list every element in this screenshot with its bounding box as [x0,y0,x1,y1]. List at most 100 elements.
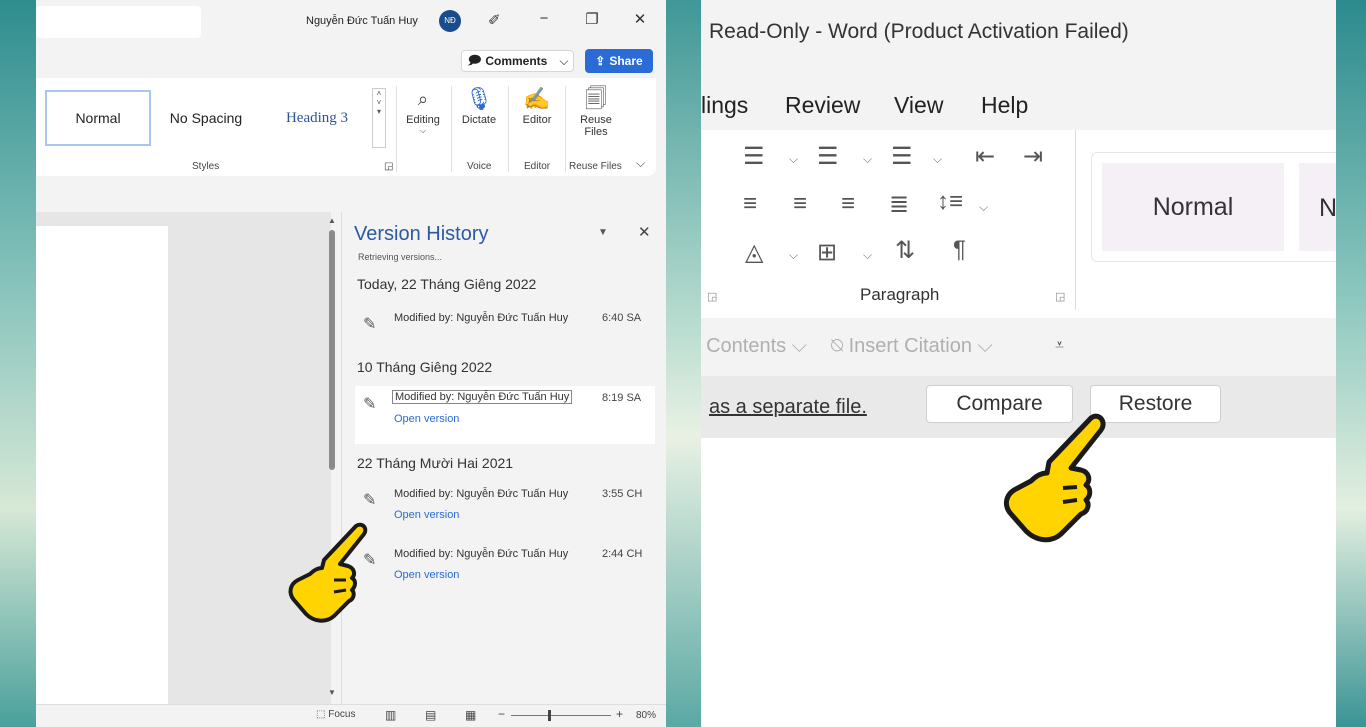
pilcrow-icon[interactable]: ¶ [953,236,966,264]
chevron-down-icon[interactable]: ⌵ [789,248,798,263]
chevron-down-icon[interactable]: ⌵ [933,152,942,167]
references-bar: f Contents ⌵ ⍉ Insert Citation ⌵ ⩡ [701,318,1336,376]
print-layout-icon[interactable]: ▤ [425,708,436,722]
pointing-hand-icon [288,522,368,623]
scroll-up-icon[interactable]: ▲ [328,216,336,225]
vertical-scrollbar[interactable] [329,230,335,470]
open-version-link[interactable]: Open version [394,569,459,581]
zoom-level[interactable]: 80% [636,710,656,721]
version-history-pane: Version History ▼ ✕ Retrieving versions.… [341,212,666,704]
share-button[interactable]: ⇪ Share [585,49,653,73]
align-center-icon[interactable]: ≡ [793,190,807,218]
increase-indent-icon[interactable]: ⇥ [1023,142,1043,171]
close-pane-icon[interactable]: ✕ [638,223,651,241]
tab-review[interactable]: Review [785,92,860,119]
styles-group-label: Styles [192,161,220,172]
table-of-contents-button[interactable]: f Contents ⌵ [701,335,807,358]
focus-button[interactable]: ⬚ Focus [316,709,355,720]
version-history-title: Version History [354,223,489,245]
justify-icon[interactable]: ≣ [889,190,909,219]
microphone-icon: 🎙 [465,86,493,111]
multilevel-list-icon[interactable]: ☰ [891,142,913,171]
window-title: Read-Only - Word (Product Activation Fai… [709,20,1129,43]
tab-help[interactable]: Help [981,92,1028,119]
collapse-ribbon-icon[interactable]: ⌵ [636,156,645,171]
styles-gallery-scroll[interactable]: ˄ ˅ ▾ [372,88,386,148]
chevron-down-icon[interactable]: ⌵ [863,248,872,263]
dialog-launcher-icon[interactable]: ◲ [707,290,717,303]
open-version-link[interactable]: Open version [394,413,459,425]
style-normal[interactable]: Normal [1102,163,1284,251]
save-separate-file-link[interactable]: as a separate file. [709,396,867,419]
restore-icon[interactable]: ❐ [582,10,602,28]
version-entry[interactable]: ✎ Modified by: Nguyễn Đức Tuấn Huy 3:55 … [355,482,655,540]
avatar[interactable]: NĐ [439,10,461,32]
pen-icon[interactable]: ✐ [488,11,501,29]
editor-button[interactable]: ✍ Editor [512,84,562,126]
minimize-icon[interactable]: − [534,10,554,27]
dialog-launcher-icon[interactable]: ◲ [384,161,393,172]
style-next[interactable]: N [1299,163,1336,251]
style-heading-3[interactable]: Heading 3 [262,90,372,146]
paragraph-launcher-icon[interactable]: ◲ [1055,290,1065,303]
comments-button[interactable]: 🗩 Comments ⌵ [461,50,574,72]
title-bar: Read-Only - Word (Product Activation Fai… [701,0,1336,70]
retrieving-status: Retrieving versions... [358,252,443,262]
document-page[interactable] [36,226,168,704]
reuse-files-icon: 🗐 [585,86,607,111]
divider [396,86,397,172]
chevron-down-icon[interactable]: ⌵ [979,200,988,215]
tab-mailings[interactable]: lings [701,92,748,119]
styles-gallery: Normal N [1091,152,1336,262]
modified-by: Modified by: Nguyễn Đức Tuấn Huy [392,390,573,404]
scroll-down-icon[interactable]: ▼ [328,688,336,697]
modified-by: Modified by: Nguyễn Đức Tuấn Huy [394,488,569,500]
close-icon[interactable]: ✕ [630,10,650,28]
insert-citation-label: Insert Citation [848,335,972,357]
align-right-icon[interactable]: ≡ [841,190,855,218]
open-version-link[interactable]: Open version [394,509,459,521]
style-normal[interactable]: Normal [45,90,151,146]
chevron-down-icon[interactable]: ⌵ [789,152,798,167]
tab-view[interactable]: View [894,92,943,119]
editor-group-label: Editor [524,161,551,172]
search-box[interactable] [36,6,201,38]
line-spacing-icon[interactable]: ↕≡ [937,188,963,216]
read-mode-icon[interactable]: ▥ [385,708,396,722]
reuse-files-button[interactable]: 🗐 Reuse Files [569,84,623,138]
editing-button[interactable]: ⌕ Editing ⌵ [398,84,448,136]
align-left-icon[interactable]: ≡ [743,190,757,218]
version-time: 6:40 SA [602,312,642,324]
title-bar: Nguyễn Đức Tuấn Huy NĐ ✐ − ❐ ✕ [36,0,666,44]
sort-icon[interactable]: ⇅ [895,236,915,265]
zoom-slider-thumb[interactable] [548,710,551,721]
chevron-down-icon[interactable]: ⌵ [863,152,872,167]
user-name[interactable]: Nguyễn Đức Tuấn Huy [306,15,418,27]
insert-citation-button[interactable]: ⍉ Insert Citation ⌵ [831,335,993,358]
bullets-icon[interactable]: ☰ [743,142,765,171]
zoom-out-icon[interactable]: − [498,707,505,721]
zoom-slider[interactable] [511,715,611,716]
version-time: 3:55 CH [602,488,643,500]
borders-icon[interactable]: ⊞ [817,238,837,267]
version-entry[interactable]: ✎ Modified by: Nguyễn Đức Tuấn Huy 6:40 … [355,306,655,364]
style-no-spacing[interactable]: No Spacing [156,90,256,146]
shading-icon[interactable]: ◬ [745,238,763,267]
dictate-button[interactable]: 🎙 Dictate [454,84,504,126]
word-window-version-history: Nguyễn Đức Tuấn Huy NĐ ✐ − ❐ ✕ 🗩 Comment… [36,0,666,727]
menu-bar: lings Review View Help [701,70,1336,130]
pane-options-icon[interactable]: ▼ [598,227,608,238]
focus-label: Focus [328,709,356,720]
decrease-indent-icon[interactable]: ⇤ [975,142,995,171]
status-bar: ⬚ Focus ▥ ▤ ▦ − + 80% [36,704,666,727]
customize-toolbar-icon[interactable]: ⩡ [1055,337,1064,355]
numbering-icon[interactable]: ☰ [817,142,839,171]
version-entry[interactable]: ✎ Modified by: Nguyễn Đức Tuấn Huy 2:44 … [355,542,655,600]
web-layout-icon[interactable]: ▦ [465,708,476,722]
background-left [0,0,36,727]
share-label: Share [609,54,643,68]
zoom-in-icon[interactable]: + [616,707,623,721]
version-entry-selected[interactable]: ✎ Modified by: Nguyễn Đức Tuấn Huy 8:19 … [355,386,655,444]
pencil-icon: ✎ [363,316,377,333]
pencil-icon: ✎ [363,492,377,509]
